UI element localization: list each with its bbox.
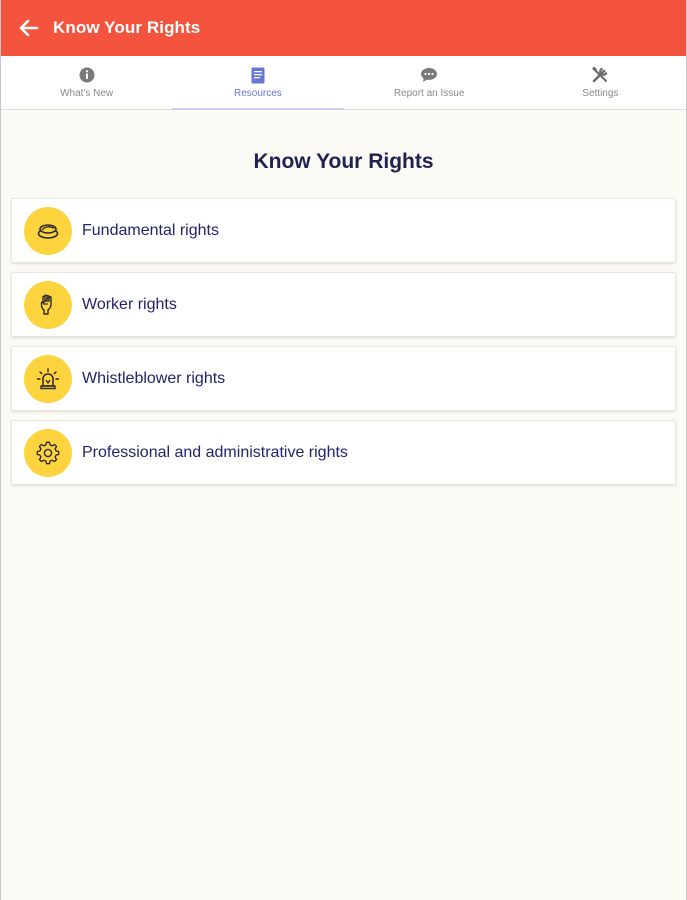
list-item-professional-administrative-rights[interactable]: Professional and administrative rights (11, 420, 676, 485)
badge (24, 206, 72, 255)
list-item-label: Whistleblower rights (82, 369, 226, 387)
stack-icon (37, 223, 59, 239)
tab-settings[interactable]: Settings (515, 56, 686, 109)
badge (24, 280, 72, 329)
alarm-siren-icon (36, 367, 60, 389)
app-bar: Know Your Rights (1, 0, 686, 56)
list-item-label: Worker rights (82, 295, 177, 313)
list-item-fundamental-rights[interactable]: Fundamental rights (11, 198, 676, 263)
arrow-left-icon (19, 19, 39, 37)
list-item-label: Professional and administrative rights (82, 443, 348, 461)
tab-label: What's New (60, 88, 114, 99)
app-frame: Know Your Rights What's New Resources Re… (0, 0, 687, 900)
tab-whats-new[interactable]: What's New (1, 56, 172, 109)
tab-bar: What's New Resources Report an Issue Set… (1, 56, 686, 110)
page-title: Know Your Rights (253, 150, 434, 173)
tab-resources[interactable]: Resources (172, 56, 344, 110)
back-button[interactable] (15, 14, 43, 42)
document-icon (251, 67, 265, 83)
chat-bubble-icon (421, 68, 438, 82)
badge (24, 354, 72, 403)
gear-icon (36, 441, 60, 464)
tab-label: Report an Issue (393, 88, 465, 99)
raised-fist-icon (40, 294, 52, 315)
list-item-label: Fundamental rights (82, 221, 219, 239)
tab-label: Resources (233, 88, 282, 99)
badge (24, 428, 72, 477)
list-item-worker-rights[interactable]: Worker rights (11, 272, 676, 337)
list-item-whistleblower-rights[interactable]: Whistleblower rights (11, 346, 676, 411)
tab-label: Settings (582, 88, 619, 99)
app-title: Know Your Rights (53, 18, 201, 37)
tab-report-issue[interactable]: Report an Issue (344, 56, 515, 109)
main-content: Know Your Rights Fundamental rights Work… (1, 150, 686, 485)
tools-icon (592, 66, 608, 83)
info-circle-icon (79, 67, 95, 83)
